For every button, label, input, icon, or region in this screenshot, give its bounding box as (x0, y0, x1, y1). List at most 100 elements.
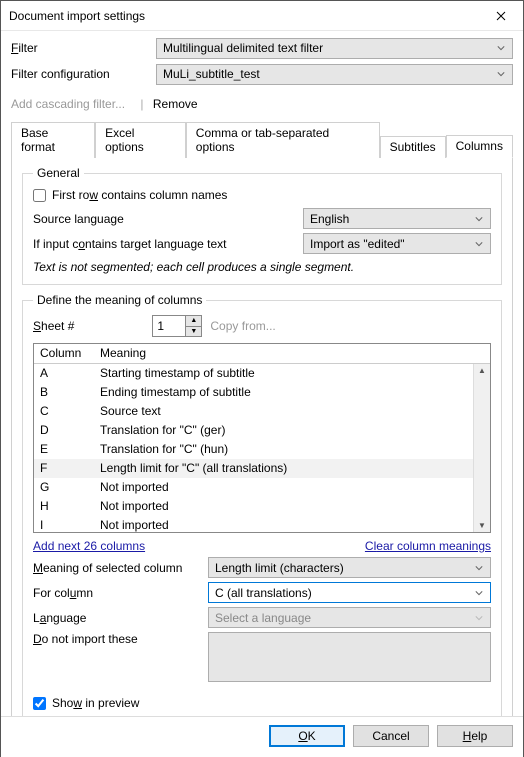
show-preview-label: Show in preview (52, 696, 139, 710)
grid-header-column[interactable]: Column (34, 344, 94, 363)
window-title: Document import settings (9, 9, 145, 23)
filter-select[interactable]: Multilingual delimited text filter (156, 38, 513, 59)
button-bar: OK Cancel Help (1, 716, 523, 757)
chevron-down-icon (472, 561, 486, 575)
for-column-select[interactable]: C (all translations) (208, 582, 491, 603)
chevron-down-icon (472, 212, 486, 226)
clear-column-meanings-link[interactable]: Clear column meanings (365, 539, 491, 553)
do-not-import-label: Do not import these (33, 632, 208, 646)
show-preview-wrap[interactable]: Show in preview (33, 696, 491, 710)
cell-meaning: Translation for "C" (hun) (94, 440, 490, 459)
first-row-label: First row contains column names (52, 188, 227, 202)
for-column-label: For column (33, 586, 208, 600)
columns-grid: Column Meaning AStarting timestamp of su… (33, 343, 491, 533)
help-button[interactable]: Help (437, 725, 513, 747)
input-contains-value: Import as "edited" (310, 237, 405, 251)
grid-body: AStarting timestamp of subtitleBEnding t… (34, 364, 490, 532)
separator: | (140, 97, 143, 111)
tab-base-format[interactable]: Base format (11, 122, 95, 158)
tab-comma-tab-options[interactable]: Comma or tab-separated options (186, 122, 380, 158)
language-label: Language (33, 611, 208, 625)
table-row[interactable]: GNot imported (34, 478, 490, 497)
fieldset-general: General First row contains column names … (22, 166, 502, 285)
for-column-value: C (all translations) (215, 586, 312, 600)
grid-header: Column Meaning (34, 344, 490, 364)
cell-column: H (34, 497, 94, 516)
first-row-checkbox-wrap[interactable]: First row contains column names (33, 188, 491, 202)
cell-meaning: Not imported (94, 497, 490, 516)
meaning-selected-select[interactable]: Length limit (characters) (208, 557, 491, 578)
chevron-down-icon (494, 67, 508, 81)
meaning-selected-value: Length limit (characters) (215, 561, 344, 575)
cell-column: C (34, 402, 94, 421)
first-row-checkbox[interactable] (33, 189, 46, 202)
table-row[interactable]: CSource text (34, 402, 490, 421)
close-button[interactable] (478, 1, 523, 31)
ok-button[interactable]: OK (269, 725, 345, 747)
filter-label: Filter (11, 41, 156, 55)
cell-meaning: Source text (94, 402, 490, 421)
chevron-down-icon (472, 586, 486, 600)
show-preview-checkbox[interactable] (33, 697, 46, 710)
cell-column: F (34, 459, 94, 478)
chevron-down-icon (472, 611, 486, 625)
tabs: Base format Excel options Comma or tab-s… (11, 121, 513, 158)
source-language-label: Source language (33, 212, 303, 226)
input-contains-select[interactable]: Import as "edited" (303, 233, 491, 254)
cell-column: I (34, 516, 94, 532)
tab-columns[interactable]: Columns (446, 135, 513, 158)
filter-config-value: MuLi_subtitle_test (163, 67, 260, 81)
do-not-import-textarea (208, 632, 491, 682)
cell-column: A (34, 364, 94, 383)
tab-excel-options[interactable]: Excel options (95, 122, 186, 158)
cell-meaning: Translation for "C" (ger) (94, 421, 490, 440)
cell-meaning: Not imported (94, 516, 490, 532)
table-row[interactable]: ETranslation for "C" (hun) (34, 440, 490, 459)
add-next-columns-link[interactable]: Add next 26 columns (33, 539, 145, 553)
scroll-down-icon[interactable]: ▼ (478, 521, 486, 530)
table-row[interactable]: HNot imported (34, 497, 490, 516)
sheet-label: Sheet # (33, 319, 74, 333)
legend-define: Define the meaning of columns (33, 293, 206, 307)
cell-column: G (34, 478, 94, 497)
chevron-down-icon (494, 41, 508, 55)
sheet-input[interactable] (153, 316, 185, 336)
table-row[interactable]: DTranslation for "C" (ger) (34, 421, 490, 440)
spin-up[interactable]: ▲ (186, 316, 201, 327)
legend-general: General (33, 166, 84, 180)
scrollbar[interactable]: ▲ ▼ (473, 364, 490, 532)
meaning-selected-label: Meaning of selected column (33, 561, 208, 575)
remove-link[interactable]: Remove (153, 97, 198, 111)
language-value: Select a language (215, 611, 311, 625)
fieldset-define: Define the meaning of columns Sheet # ▲ … (22, 293, 502, 721)
filter-value: Multilingual delimited text filter (163, 41, 323, 55)
cell-meaning: Ending timestamp of subtitle (94, 383, 490, 402)
add-cascading-filter-link[interactable]: Add cascading filter... (11, 97, 125, 111)
cell-meaning: Length limit for "C" (all translations) (94, 459, 490, 478)
filter-config-select[interactable]: MuLi_subtitle_test (156, 64, 513, 85)
cell-meaning: Starting timestamp of subtitle (94, 364, 490, 383)
table-row[interactable]: FLength limit for "C" (all translations) (34, 459, 490, 478)
grid-header-meaning[interactable]: Meaning (94, 344, 490, 363)
cell-meaning: Not imported (94, 478, 490, 497)
scroll-up-icon[interactable]: ▲ (478, 366, 486, 375)
spin-down[interactable]: ▼ (186, 327, 201, 337)
cancel-button[interactable]: Cancel (353, 725, 429, 747)
cell-column: D (34, 421, 94, 440)
table-row[interactable]: BEnding timestamp of subtitle (34, 383, 490, 402)
table-row[interactable]: INot imported (34, 516, 490, 532)
table-row[interactable]: AStarting timestamp of subtitle (34, 364, 490, 383)
tab-subtitles[interactable]: Subtitles (380, 136, 446, 158)
tab-body: General First row contains column names … (11, 157, 513, 740)
filter-config-label: Filter configuration (11, 67, 156, 81)
cell-column: B (34, 383, 94, 402)
titlebar: Document import settings (1, 1, 523, 31)
chevron-down-icon (472, 237, 486, 251)
copy-from-link[interactable]: Copy from... (210, 319, 275, 333)
input-contains-label: If input contains target language text (33, 237, 303, 251)
sheet-spinner[interactable]: ▲ ▼ (152, 315, 202, 337)
source-language-select[interactable]: English (303, 208, 491, 229)
content: Filter Multilingual delimited text filte… (1, 31, 523, 746)
close-icon (496, 11, 506, 21)
language-select: Select a language (208, 607, 491, 628)
